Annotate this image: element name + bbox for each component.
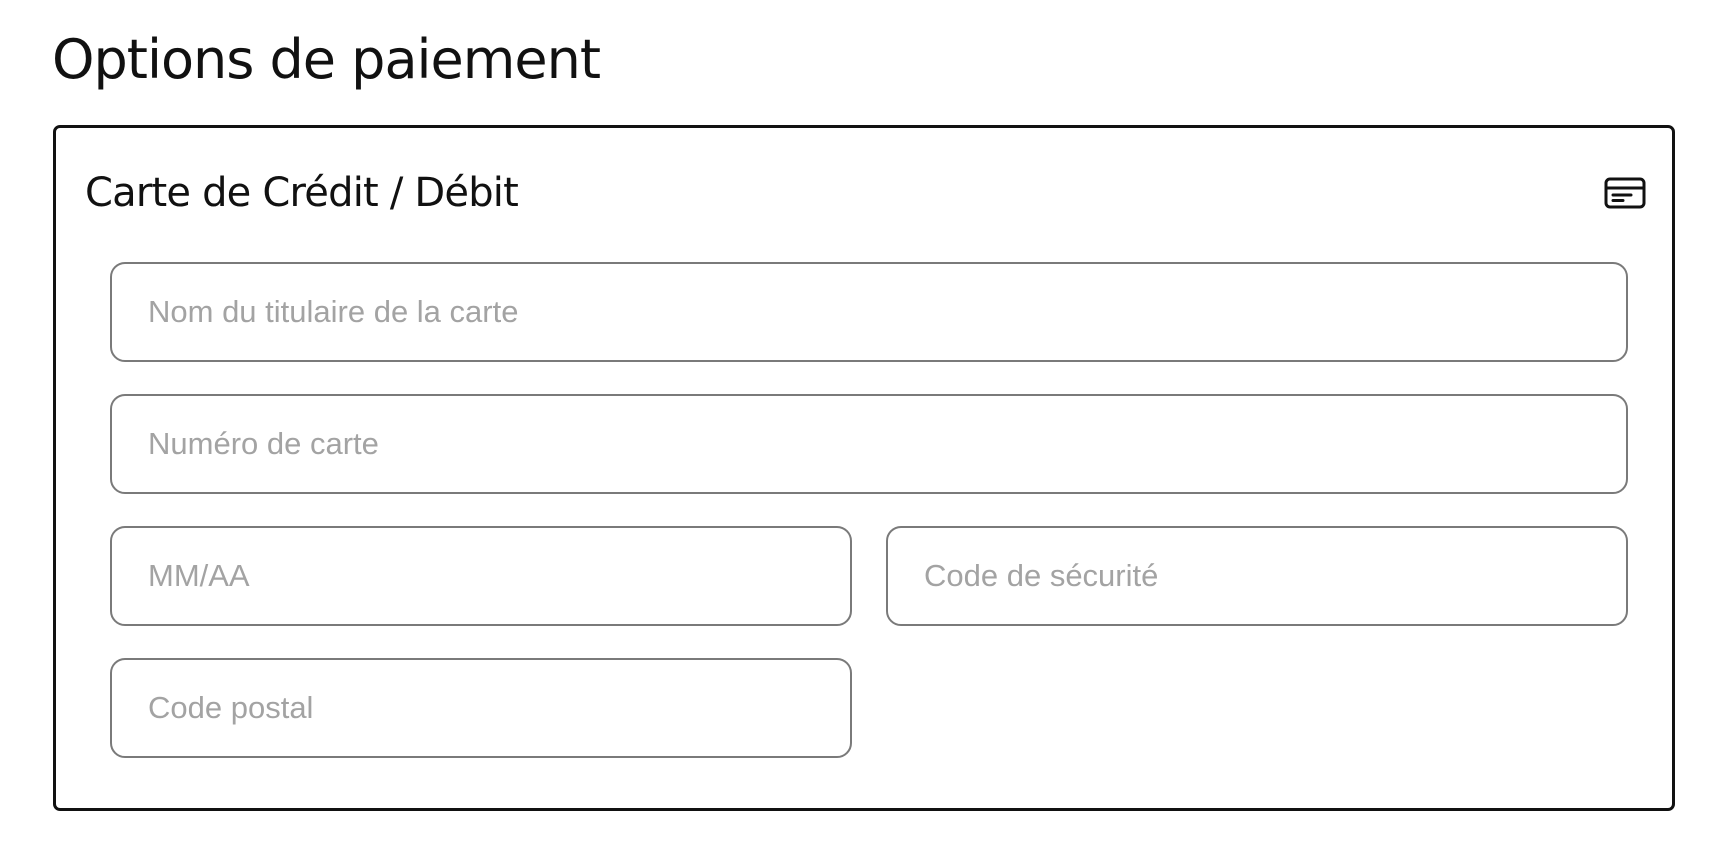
credit-card-icon bbox=[1604, 176, 1648, 212]
payment-method-title: Carte de Crédit / Débit bbox=[85, 170, 519, 216]
security-code-input[interactable] bbox=[886, 526, 1628, 626]
postal-code-input[interactable] bbox=[110, 658, 852, 758]
cardholder-name-input[interactable] bbox=[110, 262, 1628, 362]
expiry-date-input[interactable] bbox=[110, 526, 852, 626]
card-number-input[interactable] bbox=[110, 394, 1628, 494]
page-title: Options de paiement bbox=[52, 28, 601, 91]
credit-card-payment-panel: Carte de Crédit / Débit bbox=[53, 125, 1675, 811]
